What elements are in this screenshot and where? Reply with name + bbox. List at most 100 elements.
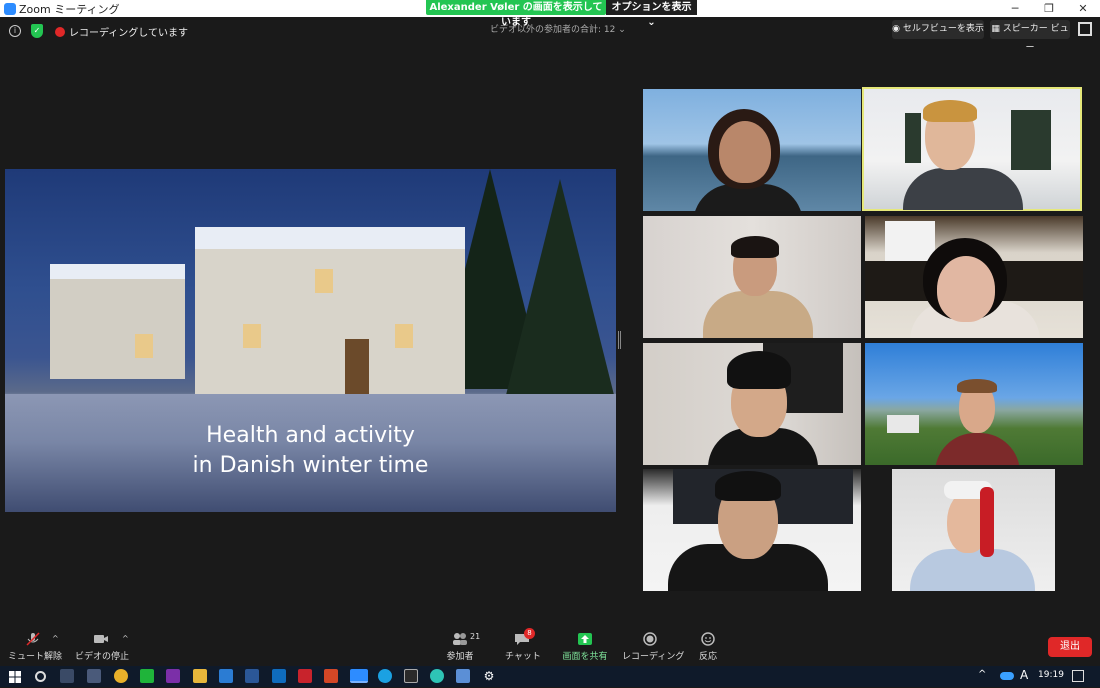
santa-hat (980, 487, 994, 557)
unmute-button[interactable]: ミュート解除 (8, 630, 63, 666)
file-explorer-icon[interactable] (193, 669, 207, 683)
adobe-icon[interactable] (298, 669, 312, 683)
info-icon[interactable]: i (9, 25, 21, 37)
fullscreen-icon[interactable] (1078, 22, 1092, 36)
slide-title-line1: Health and activity (206, 423, 415, 448)
windows-taskbar: ⚙ ^ A 19:19 (0, 666, 1100, 687)
participants-count-badge: 21 (470, 632, 481, 641)
record-button[interactable]: レコーディング (622, 630, 685, 666)
video-tile[interactable] (643, 216, 861, 338)
screen-share-banner: Alexander Vøler の画面を表示しています (426, 0, 606, 28)
share-screen-icon (578, 633, 592, 645)
chat-unread-badge: 8 (524, 628, 535, 639)
shield-icon[interactable]: ✓ (31, 24, 43, 38)
grid-icon: ▦ (991, 24, 1003, 34)
ime-mode-icon[interactable]: A (1020, 668, 1028, 682)
share-screen-button[interactable]: 画面を共有 (560, 630, 610, 666)
video-options-chevron-icon[interactable]: ^ (122, 634, 129, 643)
recording-text: レコーディングしています (69, 28, 188, 39)
self-view-label: セルフビューを表示 (902, 24, 984, 34)
settings-gear-icon[interactable]: ⚙ (482, 669, 496, 683)
participant-hair (957, 379, 997, 393)
slide-title-line2: in Danish winter time (192, 453, 429, 478)
speaker-view-button[interactable]: ▦ スピーカー ビュー (990, 20, 1070, 53)
slide-door (345, 339, 369, 394)
video-tile[interactable] (892, 469, 1055, 591)
shared-screen-slide: Health and activity in Danish winter tim… (5, 169, 616, 512)
eye-icon: ◉ (892, 24, 903, 34)
zoom-app-icon (4, 2, 16, 15)
maximize-icon[interactable]: ❐ (1032, 0, 1066, 17)
meeting-topbar: i ✓ レコーディングしています ビデオ以外の参加者の合計: 12 ⌄ ◉ セル… (0, 17, 1100, 53)
photos-icon[interactable] (456, 669, 470, 683)
skype-icon[interactable] (378, 669, 392, 683)
word-icon[interactable] (245, 669, 259, 683)
video-tile[interactable] (643, 89, 861, 211)
zoom-taskbar-icon[interactable] (350, 669, 368, 683)
non-video-participants-count[interactable]: ビデオ以外の参加者の合計: 12 ⌄ (490, 22, 626, 35)
muted-microphone-icon (26, 632, 40, 646)
video-tile[interactable] (865, 343, 1083, 465)
taskbar-clock[interactable]: 19:19 (1038, 670, 1064, 680)
participant-hair (715, 471, 781, 501)
reactions-label: 反応 (698, 652, 717, 662)
close-icon[interactable]: ✕ (1066, 0, 1100, 17)
participant-body (903, 168, 1023, 210)
slide-house-wing (50, 279, 185, 379)
line-icon[interactable] (140, 669, 154, 683)
slide-window (135, 334, 153, 358)
unmute-label: ミュート解除 (8, 652, 63, 662)
reactions-button[interactable]: 反応 (694, 630, 722, 666)
internet-explorer-icon[interactable] (219, 669, 233, 683)
onenote-icon[interactable] (166, 669, 180, 683)
audio-options-chevron-icon[interactable]: ^ (52, 634, 59, 643)
participant-face (937, 256, 995, 322)
background-window (905, 113, 921, 163)
record-label: レコーディング (622, 652, 685, 662)
tray-chevron-up-icon[interactable]: ^ (978, 669, 986, 680)
onedrive-icon[interactable] (1000, 672, 1014, 680)
search-icon[interactable] (60, 669, 74, 683)
smiley-icon (701, 632, 715, 646)
background-sheet-music (885, 221, 935, 261)
view-options-button[interactable]: オプションを表示 ⌄ (606, 0, 697, 28)
window-title: Zoom ミーティング (19, 2, 120, 16)
edge-icon[interactable] (430, 669, 444, 683)
participants-label: 参加者 (446, 652, 474, 662)
video-camera-icon (94, 635, 108, 643)
leave-meeting-button[interactable]: 退出 (1048, 637, 1092, 657)
slide-tree (505, 179, 615, 399)
background-car (887, 415, 919, 433)
meeting-toolbar: ミュート解除 ^ ビデオの停止 ^ 参加者 21 チャット 8 画面を共有 レコ… (0, 628, 1100, 666)
participant-body (935, 433, 1020, 465)
participant-body (703, 291, 813, 338)
recording-indicator[interactable]: レコーディングしています (55, 24, 188, 39)
notifications-icon[interactable] (1072, 670, 1084, 682)
participant-hair (731, 236, 779, 258)
powerpoint-icon[interactable] (324, 669, 338, 683)
chrome-icon[interactable] (114, 669, 128, 683)
video-tile-active-speaker[interactable] (862, 87, 1082, 211)
cortana-icon[interactable] (35, 671, 46, 682)
participant-body (910, 549, 1035, 591)
video-tile[interactable] (865, 216, 1083, 338)
chat-label: チャット (505, 652, 541, 662)
panel-resize-handle[interactable] (618, 331, 621, 349)
participants-icon (453, 633, 467, 645)
task-view-icon[interactable] (87, 669, 101, 683)
share-screen-label: 画面を共有 (562, 652, 608, 662)
participant-hair (727, 351, 791, 389)
minimize-icon[interactable]: ─ (998, 0, 1032, 17)
participant-face (719, 121, 771, 183)
reader-icon[interactable] (404, 669, 418, 683)
stop-video-button[interactable]: ビデオの停止 (75, 630, 129, 666)
outlook-icon[interactable] (272, 669, 286, 683)
slide-title: Health and activity in Danish winter tim… (5, 421, 616, 481)
participant-hair (923, 100, 977, 122)
record-icon (643, 632, 657, 646)
show-self-view-button[interactable]: ◉ セルフビューを表示 (892, 20, 984, 39)
video-tile[interactable] (643, 469, 861, 591)
slide-window (395, 324, 413, 348)
windows-start-icon[interactable] (8, 669, 22, 683)
video-tile[interactable] (643, 343, 861, 465)
